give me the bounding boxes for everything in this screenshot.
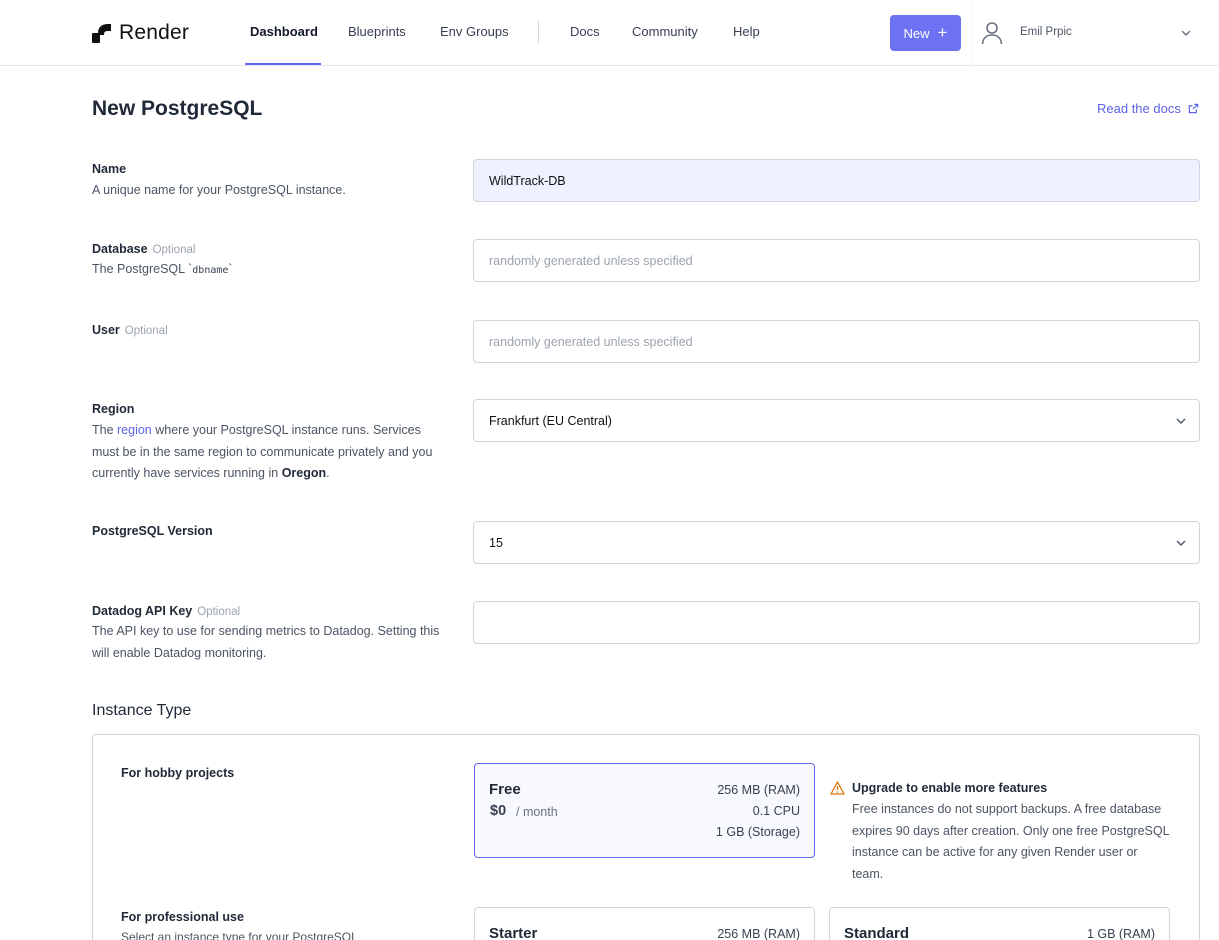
top-navigation-bar: Render Dashboard Blueprints Env Groups D… (0, 0, 1219, 66)
datadog-api-key-input[interactable] (473, 601, 1200, 644)
database-label: Database Optional (92, 242, 196, 256)
nav-blueprints[interactable]: Blueprints (348, 24, 406, 39)
plus-icon: + (937, 22, 948, 42)
professional-use-description: Select an instance type for your Postgre… (121, 930, 358, 940)
upgrade-notice-title: Upgrade to enable more features (852, 781, 1048, 795)
instance-card-free[interactable]: Free $0 / month 256 MB (RAM) 0.1 CPU 1 G… (474, 763, 815, 858)
read-the-docs-link[interactable]: Read the docs (1097, 101, 1199, 116)
region-description: The region where your PostgreSQL instanc… (92, 423, 433, 480)
user-name[interactable]: Emil Prpic (1020, 26, 1072, 38)
name-label: Name (92, 162, 127, 176)
name-input[interactable] (473, 159, 1200, 202)
nav-community[interactable]: Community (632, 24, 698, 39)
region-select[interactable]: Frankfurt (EU Central) (473, 399, 1200, 442)
user-input[interactable] (473, 320, 1200, 363)
instance-card-starter[interactable]: Starter 256 MB (RAM) (474, 907, 815, 940)
user-label: User Optional (92, 323, 168, 337)
optional-tag: Optional (197, 606, 241, 618)
postgresql-version-select[interactable]: 15 (473, 521, 1200, 564)
card-name: Free (489, 781, 521, 798)
card-name: Standard (844, 925, 910, 940)
brand-name: Render (119, 21, 190, 44)
region-selected-value: Frankfurt (EU Central) (489, 413, 612, 428)
nav-help[interactable]: Help (733, 24, 760, 39)
instance-card-standard[interactable]: Standard 1 GB (RAM) (829, 907, 1170, 940)
chevron-down-icon (1176, 540, 1186, 546)
database-description: The PostgreSQL `dbname` (92, 262, 233, 276)
nav-docs[interactable]: Docs (570, 24, 600, 39)
card-ram: 256 MB (RAM) (717, 927, 800, 940)
hobby-projects-label: For hobby projects (121, 766, 235, 780)
card-price: $0 (490, 803, 507, 819)
datadog-description: The API key to use for sending metrics t… (92, 624, 440, 660)
user-avatar-icon[interactable] (981, 21, 1003, 45)
card-ram: 256 MB (RAM) (717, 783, 800, 797)
card-price-period: / month (516, 805, 558, 819)
region-label: Region (92, 402, 135, 416)
upgrade-notice-body: Free instances do not support backups. A… (852, 802, 1170, 881)
render-logo[interactable]: Render (92, 21, 189, 45)
professional-use-label: For professional use (121, 910, 244, 924)
warning-icon (830, 781, 845, 795)
region-link[interactable]: region (117, 423, 152, 437)
page-title: New PostgreSQL (92, 97, 263, 120)
postgresql-version-label: PostgreSQL Version (92, 524, 213, 538)
card-storage: 1 GB (Storage) (715, 825, 800, 839)
name-description: A unique name for your PostgreSQL instan… (92, 183, 346, 197)
chevron-down-icon (1176, 418, 1186, 424)
instance-type-title: Instance Type (92, 702, 192, 719)
new-button[interactable]: New + (890, 15, 961, 51)
new-button-label: New (903, 25, 930, 41)
chevron-down-icon[interactable] (1180, 27, 1192, 39)
version-selected-value: 15 (489, 535, 503, 550)
card-name: Starter (489, 925, 538, 940)
database-input[interactable] (473, 239, 1200, 282)
render-logo-icon (92, 24, 111, 43)
nav-env-groups[interactable]: Env Groups (440, 24, 509, 39)
card-cpu: 0.1 CPU (752, 804, 800, 818)
user-menu-divider (972, 0, 973, 66)
read-the-docs-label: Read the docs (1097, 101, 1181, 116)
datadog-api-key-label: Datadog API Key Optional (92, 604, 241, 618)
optional-tag: Optional (152, 244, 196, 256)
external-link-icon (1188, 103, 1199, 114)
active-nav-indicator (245, 63, 321, 65)
card-ram: 1 GB (RAM) (1086, 927, 1155, 940)
optional-tag: Optional (124, 325, 168, 337)
nav-dashboard[interactable]: Dashboard (250, 24, 318, 39)
nav-divider (538, 21, 539, 43)
